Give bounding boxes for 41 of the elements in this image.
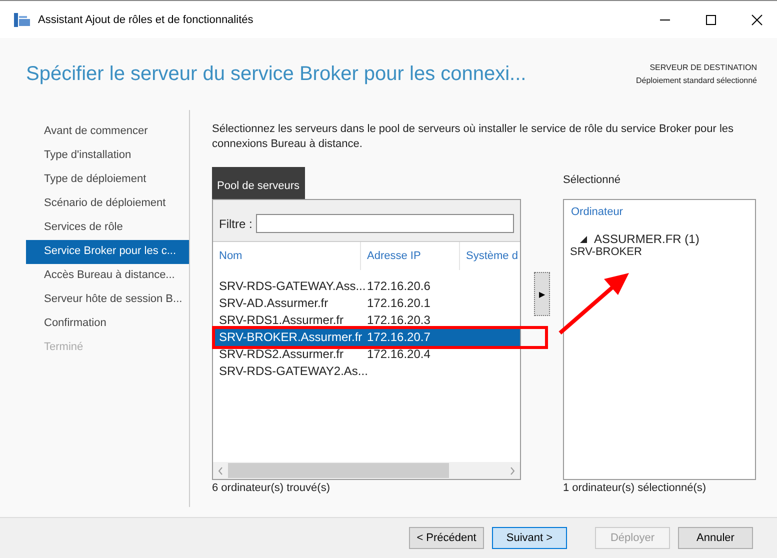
maximize-icon[interactable] bbox=[705, 14, 717, 26]
column-header[interactable]: Adresse IP bbox=[361, 242, 460, 270]
column-header[interactable]: Nom bbox=[213, 242, 361, 270]
server-row[interactable]: SRV-RDS-GATEWAY2.As... bbox=[213, 363, 520, 380]
server-row[interactable]: SRV-RDS2.Assurmer.fr 172.16.20.4 bbox=[213, 346, 520, 363]
expanded-icon[interactable] bbox=[580, 236, 587, 242]
page-title: Spécifier le serveur du service Broker pour les connexi... bbox=[26, 62, 526, 86]
wizard-button[interactable]: Annuler bbox=[678, 527, 753, 549]
found-count: 6 ordinateur(s) trouvé(s) bbox=[212, 482, 331, 494]
nav-item[interactable]: Scénario de déploiement bbox=[26, 192, 189, 216]
window-title: Assistant Ajout de rôles et de fonctionnalités bbox=[38, 14, 254, 26]
server-row[interactable]: SRV-BROKER.Assurmer.fr 172.16.20.7 bbox=[213, 329, 520, 346]
nav-item[interactable]: Confirmation bbox=[26, 312, 189, 336]
close-icon[interactable] bbox=[751, 14, 763, 26]
description-text: Sélectionnez les serveurs dans le pool de serveurs où installer le service de rôle du service Broker pour les connexions Bureau à distance. bbox=[212, 122, 735, 152]
pool-tab[interactable]: Pool de serveurs bbox=[212, 167, 305, 199]
annotation-arrow bbox=[558, 273, 629, 334]
wizard-button[interactable]: Suivant > bbox=[492, 527, 567, 549]
column-header[interactable]: Système d bbox=[460, 242, 520, 270]
server-row[interactable]: SRV-RDS1.Assurmer.fr 172.16.20.3 bbox=[213, 312, 520, 329]
nav-item[interactable]: Serveur hôte de session B... bbox=[26, 288, 189, 312]
server-row[interactable]: SRV-RDS-GATEWAY.Ass...172.16.20.6 bbox=[213, 278, 520, 295]
server-row[interactable]: SRV-AD.Assurmer.fr 172.16.20.1 bbox=[213, 295, 520, 312]
destination-value: Déploiement standard sélectionné bbox=[636, 75, 757, 87]
selected-server[interactable]: SRV-BROKER bbox=[564, 246, 755, 258]
nav-item[interactable]: Type d'installation bbox=[26, 144, 189, 168]
nav-item[interactable]: Type de déploiement bbox=[26, 168, 189, 192]
filter-label: Filtre : bbox=[219, 216, 252, 230]
selected-label: Sélectionné bbox=[563, 173, 622, 186]
nav-item[interactable]: Service Broker pour les c... bbox=[26, 240, 189, 264]
column-header[interactable]: Ordinateur bbox=[564, 200, 755, 224]
wizard-button[interactable]: < Précédent bbox=[409, 527, 484, 549]
selected-count: 1 ordinateur(s) sélectionné(s) bbox=[563, 482, 708, 494]
nav-item[interactable]: Accès Bureau à distance... bbox=[26, 264, 189, 288]
filter-field[interactable] bbox=[256, 214, 514, 233]
destination-label: SERVEUR DE DESTINATION bbox=[648, 62, 757, 74]
wizard-icon bbox=[14, 12, 30, 26]
group-label: ASSURMER.FR (1) bbox=[594, 232, 700, 246]
add-button[interactable]: ▶ bbox=[534, 272, 550, 316]
nav-item[interactable]: Services de rôle bbox=[26, 216, 189, 240]
nav-item[interactable]: Avant de commencer bbox=[26, 120, 189, 144]
